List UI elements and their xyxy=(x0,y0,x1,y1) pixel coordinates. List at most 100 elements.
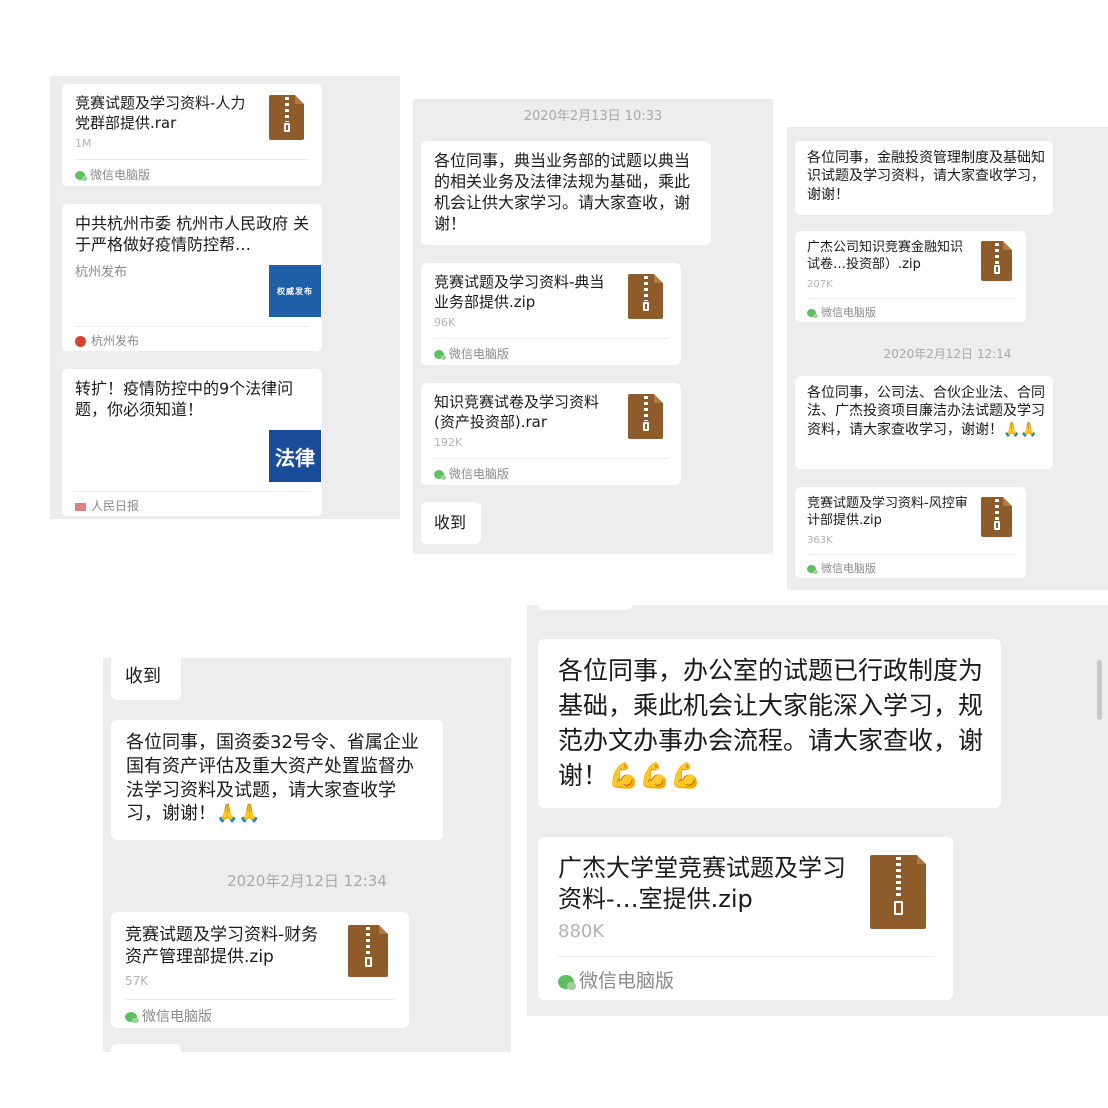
file-size: 192K xyxy=(434,436,463,449)
reply-bubble[interactable]: 收到 xyxy=(111,658,181,700)
reply-bubble[interactable]: 收到 xyxy=(421,502,481,544)
file-title: 竞赛试题及学习资料-典当业务部提供.zip xyxy=(434,273,605,311)
zip-file-icon xyxy=(981,241,1012,281)
article-title: 转扩！疫情防控中的9个法律问题，你必须知道！ xyxy=(75,379,294,419)
file-source: 微信电脑版 xyxy=(125,1006,212,1026)
article-source: 人民日报 xyxy=(75,497,139,514)
partial-bubble xyxy=(111,1044,181,1052)
partial-bubble xyxy=(538,605,633,610)
scrollbar[interactable] xyxy=(1097,660,1102,720)
file-message-bubble[interactable]: 竞赛试题及学习资料-典当业务部提供.zip 96K 微信电脑版 xyxy=(421,263,681,365)
chat-screenshot-1: 竞赛试题及学习资料-人力党群部提供.rar 1M 微信电脑版 中共杭州市委 杭州… xyxy=(50,76,400,519)
file-source-label: 微信电脑版 xyxy=(821,306,876,319)
divider xyxy=(75,159,309,160)
chat-screenshot-3: 各位同事，金融投资管理制度及基础知识试题及学习资料，请大家查收学习，谢谢！ 广杰… xyxy=(787,127,1108,590)
file-title: 竞赛试题及学习资料-风控审计部提供.zip xyxy=(807,496,968,528)
text-message-bubble[interactable]: 各位同事，办公室的试题已行政制度为基础，乘此机会让大家能深入学习，规范办文办事办… xyxy=(538,639,1001,808)
zip-file-icon xyxy=(870,855,926,929)
file-size: 96K xyxy=(434,316,456,329)
message-text-content: 各位同事，国资委32号令、省属企业国有资产评估及重大资产处置监督办法学习资料及试… xyxy=(126,732,419,825)
file-message-bubble[interactable]: 广杰大学堂竞赛试题及学习资料-…室提供.zip 880K 微信电脑版 xyxy=(538,837,953,1000)
pray-emoji-icon: 🙏🙏 xyxy=(1003,421,1038,438)
divider xyxy=(75,326,309,327)
text-message-bubble[interactable]: 各位同事，典当业务部的试题以典当的相关业务及法律法规为基础，乘此机会让供大家学习… xyxy=(421,141,711,245)
file-title: 竞赛试题及学习资料-人力党群部提供.rar xyxy=(75,94,246,132)
flex-emoji-icon: 💪💪💪 xyxy=(608,761,702,790)
file-title: 竞赛试题及学习资料-财务资产管理部提供.zip xyxy=(125,925,319,968)
file-source: 微信电脑版 xyxy=(434,465,509,482)
file-source: 微信电脑版 xyxy=(434,345,509,362)
file-title: 广杰公司知识竞赛金融知识试卷…投资部）.zip xyxy=(807,240,964,272)
file-source: 微信电脑版 xyxy=(807,304,876,320)
wechat-pc-icon xyxy=(807,565,818,574)
file-message-bubble[interactable]: 广杰公司知识竞赛金融知识试卷…投资部）.zip 207K 微信电脑版 xyxy=(795,231,1026,322)
file-size: 1M xyxy=(75,137,92,150)
wechat-pc-icon xyxy=(75,171,87,181)
file-source: 微信电脑版 xyxy=(75,166,150,183)
file-source-label: 微信电脑版 xyxy=(579,970,675,992)
file-message-bubble[interactable]: 知识竞赛试卷及学习资料(资产投资部).rar 192K 微信电脑版 xyxy=(421,383,681,485)
file-source-label: 微信电脑版 xyxy=(449,347,510,361)
divider xyxy=(125,999,395,1000)
article-card[interactable]: 中共杭州市委 杭州市人民政府 关于严格做好疫情防控帮… 杭州发布 权威发布 杭州… xyxy=(62,204,322,351)
file-size: 880K xyxy=(558,921,605,942)
file-source-label: 微信电脑版 xyxy=(449,467,510,481)
divider xyxy=(75,491,309,492)
text-message-bubble[interactable]: 各位同事，公司法、合伙企业法、合同法、广杰投资项目廉洁办法试题及学习资料，请大家… xyxy=(795,376,1053,469)
file-title: 广杰大学堂竞赛试题及学习资料-…室提供.zip xyxy=(558,854,846,914)
chat-screenshot-4: 收到 各位同事，国资委32号令、省属企业国有资产评估及重大资产处置监督办法学习资… xyxy=(103,658,511,1052)
file-size: 57K xyxy=(125,974,149,988)
article-source-label: 杭州发布 xyxy=(91,334,140,348)
article-source-label: 人民日报 xyxy=(91,499,140,513)
thumbnail-text: 权威发布 xyxy=(277,286,313,296)
divider xyxy=(434,458,668,459)
timestamp: 2020年2月12日 12:14 xyxy=(883,347,1012,361)
wechat-pc-icon xyxy=(125,1012,139,1023)
article-title: 中共杭州市委 杭州市人民政府 关于严格做好疫情防控帮… xyxy=(75,214,310,254)
zip-file-icon xyxy=(981,497,1012,537)
message-text: 各位同事，国资委32号令、省属企业国有资产评估及重大资产处置监督办法学习资料及试… xyxy=(126,731,431,826)
article-thumbnail: 法律 xyxy=(269,430,321,482)
divider xyxy=(807,554,1014,555)
reply-text: 收到 xyxy=(125,666,161,687)
file-title: 知识竞赛试卷及学习资料(资产投资部).rar xyxy=(434,393,600,431)
file-source: 微信电脑版 xyxy=(558,966,674,993)
file-source: 微信电脑版 xyxy=(807,560,876,576)
divider xyxy=(434,338,668,339)
file-source-label: 微信电脑版 xyxy=(821,562,876,575)
peoples-daily-logo-icon xyxy=(75,502,86,511)
pray-emoji-icon: 🙏🙏 xyxy=(216,803,261,825)
article-thumbnail: 权威发布 xyxy=(269,265,321,317)
wechat-pc-icon xyxy=(434,350,446,360)
wechat-pc-icon xyxy=(434,470,446,480)
message-text: 各位同事，公司法、合伙企业法、合同法、广杰投资项目廉洁办法试题及学习资料，请大家… xyxy=(807,384,1047,439)
wechat-pc-icon xyxy=(558,974,576,990)
chat-screenshot-2: 2020年2月13日 10:33 各位同事，典当业务部的试题以典当的相关业务及法… xyxy=(413,99,773,554)
text-message-bubble[interactable]: 各位同事，金融投资管理制度及基础知识试题及学习资料，请大家查收学习，谢谢！ xyxy=(795,141,1053,215)
thumbnail-text: 法律 xyxy=(275,445,315,470)
message-text: 各位同事，金融投资管理制度及基础知识试题及学习资料，请大家查收学习，谢谢！ xyxy=(807,150,1045,203)
article-account: 杭州发布 xyxy=(75,265,128,280)
wechat-pc-icon xyxy=(807,309,818,318)
chat-screenshot-5: 各位同事，办公室的试题已行政制度为基础，乘此机会让大家能深入学习，规范办文办事办… xyxy=(527,605,1108,1016)
timestamp: 2020年2月12日 12:34 xyxy=(227,872,387,890)
file-source-label: 微信电脑版 xyxy=(90,168,151,182)
text-message-bubble[interactable]: 各位同事，国资委32号令、省属企业国有资产评估及重大资产处置监督办法学习资料及试… xyxy=(111,720,443,840)
hangzhou-logo-icon xyxy=(75,336,86,347)
file-size: 207K xyxy=(807,279,833,290)
article-card[interactable]: 转扩！疫情防控中的9个法律问题，你必须知道！ 法律 人民日报 xyxy=(62,369,322,516)
file-message-bubble[interactable]: 竞赛试题及学习资料-人力党群部提供.rar 1M 微信电脑版 xyxy=(62,84,322,186)
file-message-bubble[interactable]: 竞赛试题及学习资料-财务资产管理部提供.zip 57K 微信电脑版 xyxy=(111,912,409,1028)
message-text: 各位同事，办公室的试题已行政制度为基础，乘此机会让大家能深入学习，规范办文办事办… xyxy=(558,653,988,793)
file-source-label: 微信电脑版 xyxy=(142,1009,212,1025)
reply-text: 收到 xyxy=(434,513,467,532)
message-text: 各位同事，典当业务部的试题以典当的相关业务及法律法规为基础，乘此机会让供大家学习… xyxy=(434,151,691,234)
zip-file-icon xyxy=(269,95,304,140)
file-message-bubble[interactable]: 竞赛试题及学习资料-风控审计部提供.zip 363K 微信电脑版 xyxy=(795,487,1026,578)
file-size: 363K xyxy=(807,535,833,546)
zip-file-icon xyxy=(348,925,388,977)
timestamp: 2020年2月13日 10:33 xyxy=(523,109,663,124)
zip-file-icon xyxy=(628,394,663,439)
article-source: 杭州发布 xyxy=(75,332,139,349)
divider xyxy=(558,956,933,957)
